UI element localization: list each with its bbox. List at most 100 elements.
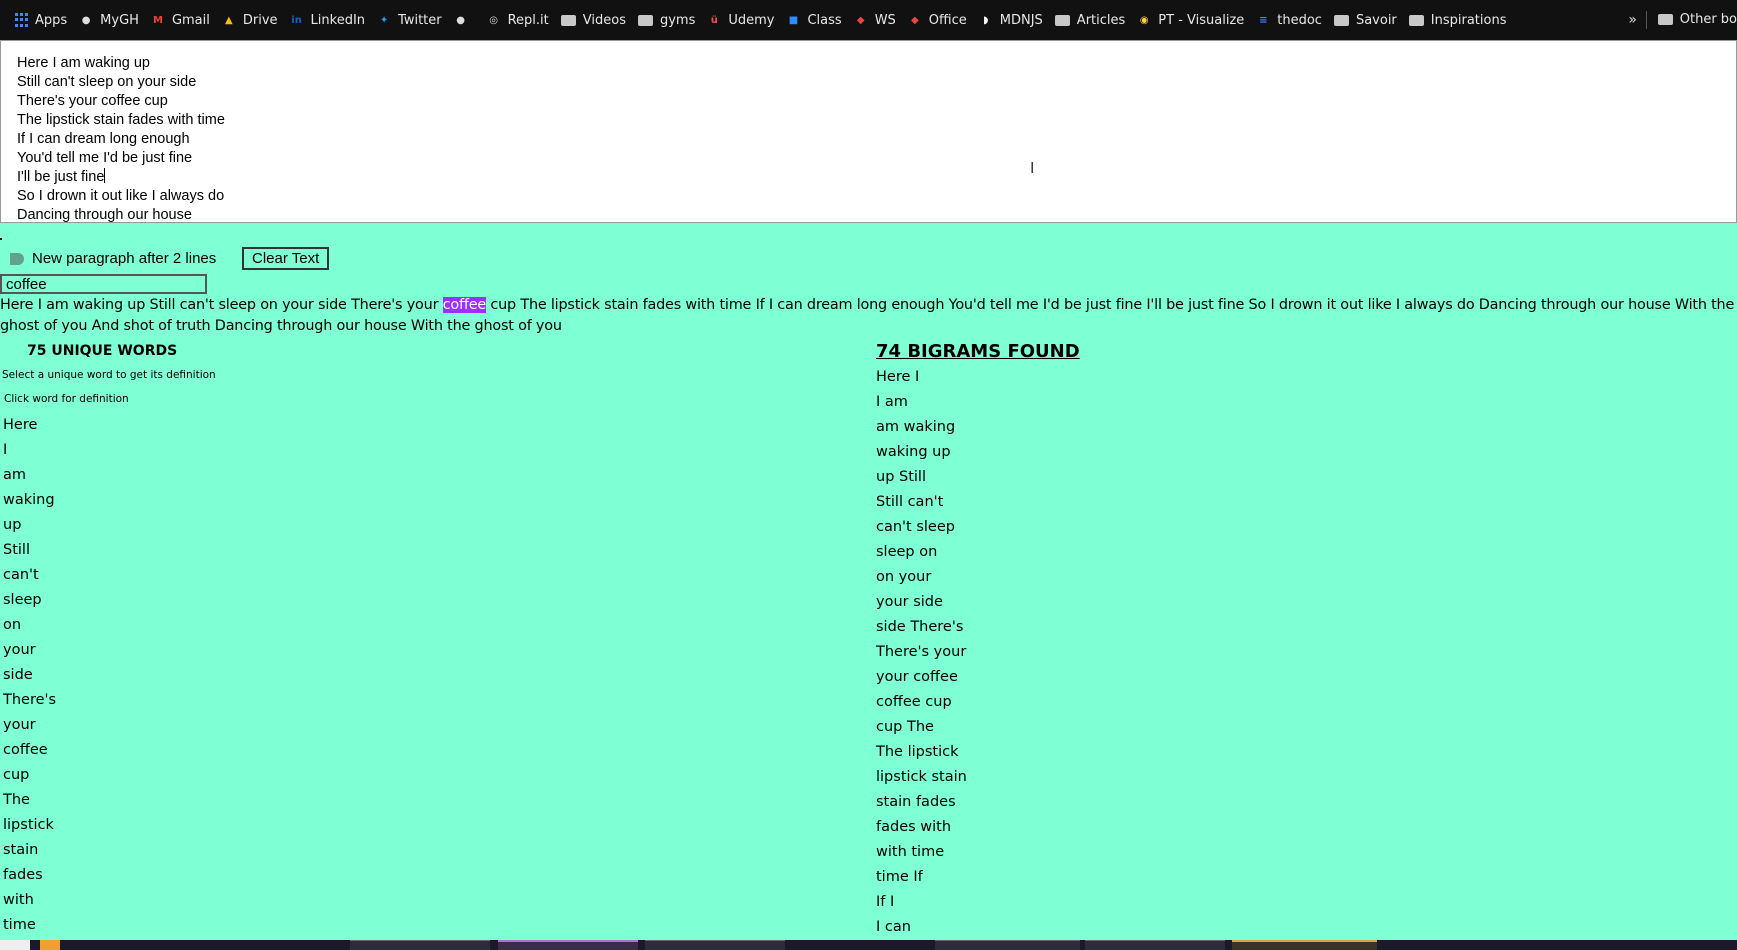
unique-word-item[interactable]: can't [0, 563, 860, 588]
bigram-item[interactable]: coffee cup [876, 690, 1476, 715]
taskbar-item[interactable] [1085, 940, 1225, 950]
bookmark-label: PT - Visualize [1158, 12, 1245, 28]
unique-word-item[interactable]: waking [0, 488, 860, 513]
bookmark-twitter[interactable]: ✦ Twitter [377, 13, 442, 28]
bookmark-mygh[interactable]: ● MyGH [79, 13, 139, 28]
unique-word-item[interactable]: coffee [0, 738, 860, 763]
bookmark-udemy[interactable]: ü Udemy [707, 13, 775, 28]
gmail-icon: M [152, 14, 163, 26]
bookmark-gyms[interactable]: gyms [637, 13, 695, 28]
bigram-item[interactable]: with time [876, 840, 1476, 865]
unique-word-item[interactable]: Here [0, 413, 860, 438]
unique-word-item[interactable]: your [0, 713, 860, 738]
bookmark-videos[interactable]: Videos [560, 13, 626, 28]
bookmark-savoir[interactable]: Savoir [1333, 13, 1397, 28]
bigram-item[interactable]: cup The [876, 715, 1476, 740]
docs-icon: ≡ [1259, 14, 1268, 26]
textarea-line: Here I am waking up [17, 55, 150, 71]
bookmark-thedoc[interactable]: ≡ thedoc [1256, 13, 1322, 28]
taskbar-item[interactable] [40, 940, 60, 950]
ws-icon: ◆ [856, 14, 865, 26]
unique-word-item[interactable]: sleep [0, 588, 860, 613]
bookmark-office[interactable]: ◆ Office [908, 13, 967, 28]
more-bookmarks-button[interactable]: » [1628, 12, 1637, 28]
bookmark-label: LinkedIn [310, 12, 366, 28]
bookmark-label: WS [874, 12, 896, 28]
bigram-item[interactable]: time If [876, 865, 1476, 890]
unique-word-item[interactable]: stain [0, 838, 860, 863]
taskbar-item[interactable] [645, 940, 785, 950]
bookmark-linkedin[interactable]: in LinkedIn [290, 13, 365, 28]
bigram-item[interactable]: waking up [876, 440, 1476, 465]
unique-word-item[interactable]: am [0, 463, 860, 488]
taskbar-item[interactable] [498, 940, 638, 950]
bigram-item[interactable]: fades with [876, 815, 1476, 840]
bigram-item[interactable]: your coffee [876, 665, 1476, 690]
bigram-item[interactable]: Here I [876, 365, 1476, 390]
apps-grid-icon [14, 13, 28, 27]
unique-words-panel: 75 UNIQUE WORDS Select a unique word to … [0, 340, 860, 938]
unique-word-item[interactable]: The [0, 788, 860, 813]
textarea-line: So I drown it out like I always do [17, 188, 225, 204]
unique-words-list: Here Iam waking up Still can't sleep on your side… [0, 413, 860, 938]
bigram-item[interactable]: sleep on [876, 540, 1476, 565]
twitter-icon: ✦ [379, 14, 389, 26]
clear-text-button[interactable]: Clear Text [242, 247, 330, 270]
bookmark-label: MyGH [100, 12, 139, 28]
bookmarks-divider [1646, 11, 1647, 29]
unique-word-item[interactable]: side [0, 663, 860, 688]
unique-word-item[interactable]: time [0, 913, 860, 938]
folder-icon [637, 14, 653, 26]
bigram-item[interactable]: I am [876, 390, 1476, 415]
bookmark-ws[interactable]: ◆ WS [854, 13, 896, 28]
bookmark-pt-visualize[interactable]: ◉ PT - Visualize [1137, 13, 1244, 28]
unique-word-item[interactable]: There's [0, 688, 860, 713]
bigram-item[interactable]: There's your [876, 640, 1476, 665]
bigram-item[interactable]: your side [876, 590, 1476, 615]
unique-word-item[interactable]: cup [0, 763, 860, 788]
unique-word-item[interactable]: Still [0, 538, 860, 563]
bookmark-class[interactable]: ■ Class [786, 13, 842, 28]
replit-icon: ◎ [489, 14, 498, 26]
bigram-item[interactable]: Still can't [876, 490, 1476, 515]
unique-word-item[interactable]: lipstick [0, 813, 860, 838]
bigram-item[interactable]: up Still [876, 465, 1476, 490]
other-bookmarks-button[interactable]: Other bo [1657, 12, 1737, 27]
unique-word-item[interactable]: on [0, 613, 860, 638]
bigram-item[interactable]: side There's [876, 615, 1476, 640]
taskbar-item[interactable] [0, 940, 30, 950]
bookmark-apps[interactable]: Apps [14, 13, 67, 28]
bookmark-inspirations[interactable]: Inspirations [1408, 13, 1506, 28]
bigram-item[interactable]: can't sleep [876, 515, 1476, 540]
bigram-item[interactable]: The lipstick [876, 740, 1476, 765]
bookmark-articles[interactable]: Articles [1054, 13, 1125, 28]
os-taskbar [0, 940, 1737, 950]
text-caret [104, 168, 106, 183]
click-hint: Click word for definition [4, 393, 129, 405]
search-input[interactable] [0, 274, 207, 294]
unique-word-item[interactable]: your [0, 638, 860, 663]
unique-word-item[interactable]: I [0, 438, 860, 463]
unique-word-item[interactable]: fades [0, 863, 860, 888]
bigram-item[interactable]: I can [876, 915, 1476, 940]
bigram-item[interactable]: am waking [876, 415, 1476, 440]
taskbar-item[interactable] [350, 940, 490, 950]
bigram-item[interactable]: lipstick stain [876, 765, 1476, 790]
toggle-icon[interactable] [10, 252, 24, 265]
bookmark-repl-it[interactable]: ◎ Repl.it [487, 13, 549, 28]
textarea-line: You'd tell me I'd be just fine [17, 150, 193, 166]
unique-word-item[interactable]: with [0, 888, 860, 913]
lyrics-textarea[interactable]: Here I am waking up Still can't sleep on … [0, 40, 1737, 223]
folder-icon [1333, 14, 1349, 26]
bigram-item[interactable]: If I [876, 890, 1476, 915]
taskbar-item[interactable] [1232, 940, 1377, 950]
bookmark-mdnjs[interactable]: ◗ MDNJS [979, 13, 1043, 28]
bookmark-gmail[interactable]: M Gmail [151, 13, 210, 28]
bigram-item[interactable]: on your [876, 565, 1476, 590]
bigram-item[interactable]: stain fades [876, 790, 1476, 815]
bookmark-drive[interactable]: ▲ Drive [222, 13, 278, 28]
paragraph-toggle[interactable]: New paragraph after 2 lines [10, 250, 216, 267]
unique-word-item[interactable]: up [0, 513, 860, 538]
taskbar-item[interactable] [935, 940, 1080, 950]
bookmark-github[interactable]: ● [454, 13, 475, 27]
